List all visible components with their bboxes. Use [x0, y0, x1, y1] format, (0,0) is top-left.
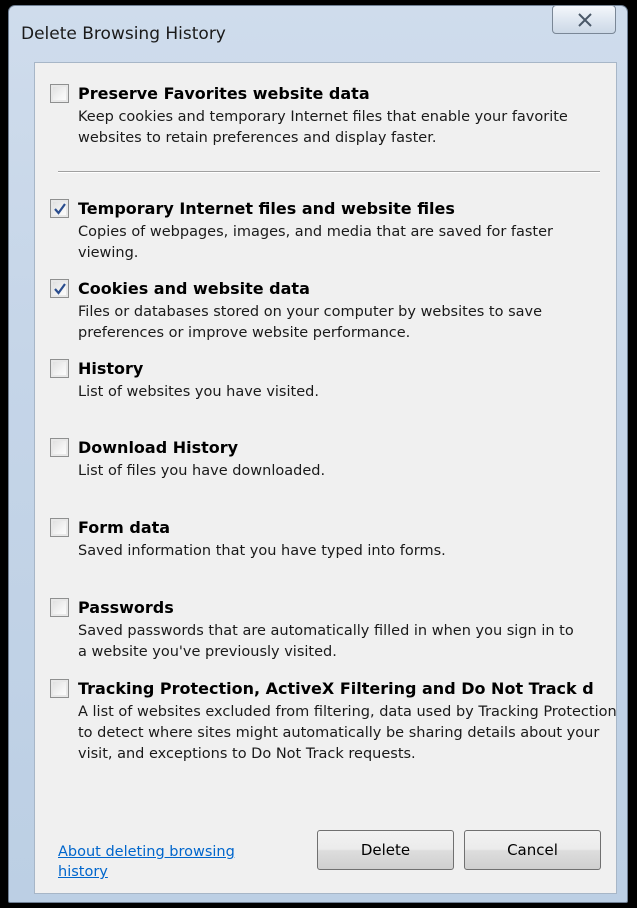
cancel-button[interactable]: Cancel [464, 830, 601, 870]
option-title: Preserve Favorites website data [78, 84, 370, 103]
option-title: Form data [78, 518, 171, 537]
cookies-checkbox[interactable] [50, 279, 69, 298]
preserve-favorites-checkbox[interactable] [50, 84, 69, 103]
close-button[interactable] [552, 5, 616, 34]
option-description: A list of websites excluded from filteri… [78, 704, 617, 762]
delete-button[interactable]: Delete [317, 830, 454, 870]
option-description: List of websites you have visited. [78, 384, 319, 400]
option-title: Download History [78, 438, 239, 457]
temporary-files-checkbox[interactable] [50, 199, 69, 218]
about-deleting-history-link[interactable]: About deleting browsing history [58, 842, 268, 882]
form-data-checkbox[interactable] [50, 518, 69, 537]
close-icon [578, 13, 592, 27]
option-description: Files or databases stored on your comput… [78, 304, 543, 341]
checkmark-icon [54, 283, 66, 295]
option-description: Saved information that you have typed in… [78, 543, 446, 559]
option-description: Keep cookies and temporary Internet file… [78, 109, 568, 146]
option-title: Temporary Internet files and website fil… [78, 199, 455, 218]
checkmark-icon [54, 203, 66, 215]
download-history-checkbox[interactable] [50, 438, 69, 457]
passwords-checkbox[interactable] [50, 598, 69, 617]
option-title: Passwords [78, 598, 174, 617]
option-description: Copies of webpages, images, and media th… [78, 224, 553, 261]
tracking-protection-checkbox[interactable] [50, 679, 69, 698]
option-description: List of files you have downloaded. [78, 463, 326, 479]
option-title: History [78, 359, 144, 378]
history-checkbox[interactable] [50, 359, 69, 378]
option-description: Saved passwords that are automatically f… [78, 623, 574, 660]
option-title: Cookies and website data [78, 279, 310, 298]
separator [58, 171, 600, 173]
dialog-title: Delete Browsing History [21, 24, 226, 44]
option-title: Tracking Protection, ActiveX Filtering a… [78, 679, 594, 698]
